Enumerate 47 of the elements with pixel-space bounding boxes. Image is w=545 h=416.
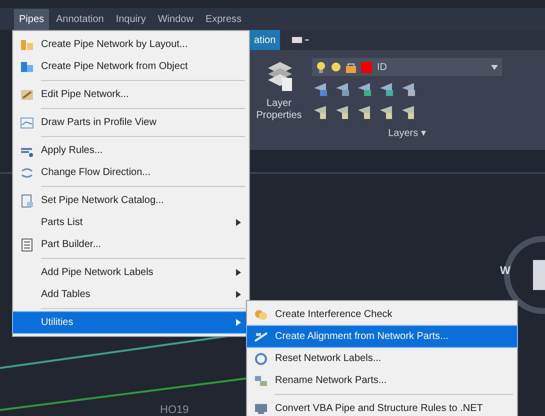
- menu-item[interactable]: Convert VBA Pipe and Structure Rules to .NET: [247, 398, 517, 416]
- menu-item[interactable]: Add Tables: [13, 284, 249, 305]
- sun-icon: [331, 62, 341, 72]
- menu-item[interactable]: Parts List: [13, 212, 249, 233]
- menu-item[interactable]: Add Pipe Network Labels: [13, 262, 249, 283]
- panel-title[interactable]: Layers ▾: [388, 126, 426, 141]
- rename-parts-icon: [254, 374, 268, 388]
- tab-toggle-icon[interactable]: [292, 36, 310, 44]
- menu-item[interactable]: Create Interference Check: [247, 304, 517, 325]
- pipe-network-icon: [20, 38, 34, 52]
- menu-item[interactable]: Set Pipe Network Catalog...: [13, 190, 249, 211]
- menu-item[interactable]: Create Pipe Network by Layout...: [13, 34, 249, 55]
- menu-item[interactable]: Reset Network Labels...: [247, 348, 517, 369]
- menu-bar-item[interactable]: Window: [152, 8, 198, 30]
- menu-item[interactable]: Rename Network Parts...: [247, 370, 517, 391]
- compass-label: W: [500, 264, 510, 279]
- edit-network-icon: [20, 88, 34, 102]
- color-swatch-icon: [361, 62, 372, 72]
- menu-item[interactable]: Draw Parts in Profile View: [13, 112, 249, 133]
- flow-direction-icon: [20, 166, 34, 180]
- menu-item[interactable]: Create Pipe Network from Object: [13, 56, 249, 77]
- menu-item[interactable]: Part Builder...: [13, 234, 249, 255]
- convert-icon: [254, 402, 268, 416]
- lightbulb-icon: [316, 61, 326, 73]
- menu-item[interactable]: Create Alignment from Network Parts...: [247, 326, 517, 347]
- menu-item[interactable]: Apply Rules...: [13, 140, 249, 161]
- interference-icon: [254, 308, 268, 322]
- menu-bar-item[interactable]: Inquiry: [110, 8, 151, 30]
- alignment-icon: [254, 330, 268, 344]
- layer-dropdown[interactable]: ID: [312, 58, 502, 76]
- lock-icon: [346, 62, 356, 72]
- menu-bar-item[interactable]: Pipes: [14, 8, 50, 30]
- structure-label: HO19: [160, 403, 189, 416]
- menu-item[interactable]: Change Flow Direction...: [13, 162, 249, 183]
- menu-bar-item[interactable]: Express: [200, 8, 247, 30]
- layer-name: ID: [377, 60, 388, 74]
- menu-bar-item[interactable]: Annotation: [51, 8, 109, 30]
- catalog-icon: [20, 194, 34, 208]
- part-builder-icon: [20, 238, 34, 252]
- menu-item[interactable]: Utilities: [13, 312, 249, 333]
- profile-view-icon: [20, 116, 34, 130]
- reset-labels-icon: [254, 352, 268, 366]
- dropdown-arrow-icon: [491, 64, 498, 70]
- pipe-network-icon: [20, 60, 34, 74]
- layer-properties-button[interactable]: Layer Properties: [254, 58, 304, 122]
- ribbon-tab[interactable]: ation: [250, 30, 280, 50]
- menu-item[interactable]: Edit Pipe Network...: [13, 84, 249, 105]
